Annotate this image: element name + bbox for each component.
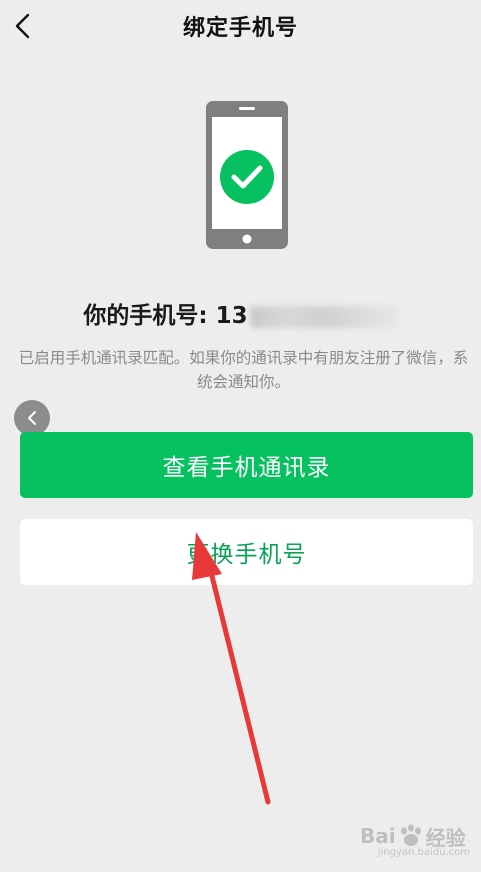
contacts-match-description: 已启用手机通讯录匹配。如果你的通讯录中有朋友注册了微信，系统会通知你。 [18,349,469,391]
watermark-logo: Bai 经验 jingyan.baidu.com [360,818,476,858]
page-title: 绑定手机号 [182,16,298,41]
view-contacts-button[interactable]: 查看手机通讯录 [20,432,473,498]
watermark-text: Bai [360,824,396,848]
watermark-url: jingyan.baidu.com [377,847,470,858]
chevron-left-icon [28,411,36,425]
paw-icon [400,824,421,846]
redacted-number [249,305,398,328]
bind-phone-page: 绑定手机号 你的手机号: 13 已启用手机通讯录匹配。如果你的通讯录中有朋友注册… [0,0,481,872]
floating-back-button[interactable] [14,400,50,436]
phone-number-label: 你的手机号: 13 [0,296,481,330]
change-number-button[interactable]: 更换手机号 [20,519,473,585]
phone-check-icon [206,101,288,249]
navigation-bar: 绑定手机号 [0,0,481,50]
phone-number-text: 你的手机号: 13 [83,303,248,329]
